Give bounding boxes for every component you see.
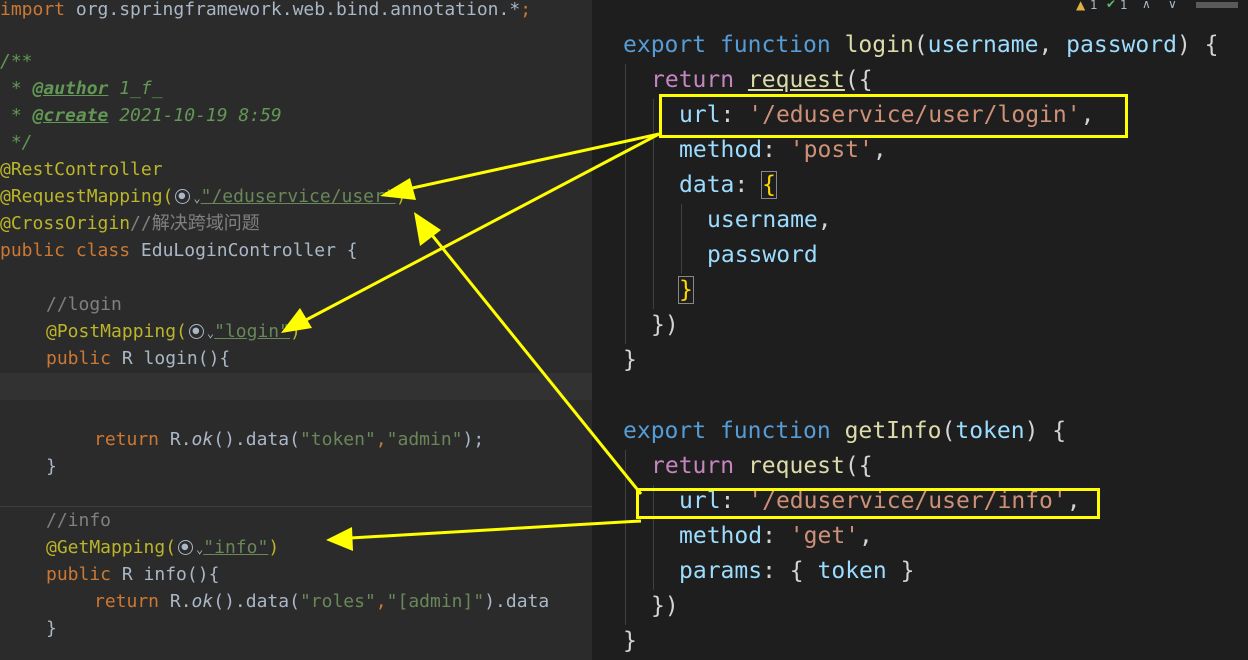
request-mapping-path[interactable]: "/eduservice/user" — [201, 186, 396, 207]
code-line-import[interactable]: import org.springframework.web.bind.anno… — [0, 0, 531, 23]
chevron-down-icon[interactable]: ∨ — [1168, 0, 1177, 11]
inspection-widget[interactable]: ▲ 1 ✔ 1 ∧ ∨ — [1068, 0, 1248, 14]
code-line-info-close[interactable]: } — [46, 615, 57, 642]
code-line-cross-origin[interactable]: @CrossOrigin//解决跨域问题 — [0, 210, 260, 237]
current-line-highlight — [0, 373, 592, 400]
warning-icon[interactable]: ▲ — [1076, 0, 1085, 12]
code-line-login-comment[interactable]: //login — [46, 291, 122, 318]
js-line-login-return[interactable]: return request({ — [651, 63, 873, 98]
info-url-highlight-box — [636, 488, 1100, 519]
js-line-getinfo-return[interactable]: return request({ — [651, 449, 873, 484]
code-line-doc-open[interactable]: /** — [0, 48, 33, 75]
js-line-getinfo-call-close[interactable]: }) — [651, 589, 679, 624]
js-line-login-close[interactable]: } — [623, 343, 637, 378]
js-line-getinfo-method[interactable]: method: 'get', — [679, 519, 873, 554]
java-editor-pane[interactable]: import org.springframework.web.bind.anno… — [0, 0, 592, 660]
code-line-author[interactable]: * @author 1_f_ — [0, 75, 163, 102]
chevron-down-icon[interactable]: ⌄ — [193, 191, 200, 205]
web-globe-icon[interactable] — [178, 540, 194, 555]
js-editor-pane[interactable]: export function login(username, password… — [592, 0, 1248, 660]
js-line-data-close[interactable]: } — [678, 273, 694, 308]
js-line-login-method[interactable]: method: 'post', — [679, 133, 887, 168]
code-line-get-mapping[interactable]: @GetMapping(⌄"info") — [46, 534, 279, 561]
post-mapping-path[interactable]: "login" — [214, 321, 290, 342]
indent-guide — [653, 99, 654, 309]
code-line-request-mapping[interactable]: @RequestMapping(⌄"/eduservice/user") — [0, 183, 407, 210]
js-line-login-call-close[interactable]: }) — [651, 308, 679, 343]
get-mapping-path[interactable]: "info" — [203, 537, 268, 558]
code-line-rest-controller[interactable]: @RestController — [0, 156, 163, 183]
web-globe-icon[interactable] — [188, 324, 204, 339]
code-line-info-comment[interactable]: //info — [46, 507, 111, 534]
code-line-class-decl[interactable]: public class EduLoginController { — [0, 237, 358, 264]
js-line-getinfo-decl[interactable]: export function getInfo(token) { — [623, 414, 1066, 449]
js-line-data-username[interactable]: username, — [707, 203, 832, 238]
code-line-create[interactable]: * @create 2021-10-19 8:59 — [0, 102, 282, 129]
chevron-up-icon[interactable]: ∧ — [1142, 0, 1151, 11]
indent-guide — [625, 450, 626, 625]
code-line-info-return[interactable]: return R.ok().data("roles","[admin]").da… — [94, 588, 549, 615]
indent-guide — [681, 204, 682, 274]
js-line-getinfo-params[interactable]: params: { token } — [679, 554, 914, 589]
code-line-doc-close[interactable]: */ — [0, 129, 33, 156]
js-line-data-password[interactable]: password — [707, 238, 818, 273]
scroll-marker — [1196, 2, 1238, 8]
js-line-login-decl[interactable]: export function login(username, password… — [623, 28, 1218, 63]
code-line-login-return[interactable]: return R.ok().data("token","admin"); — [94, 426, 484, 453]
login-url-highlight-box — [659, 94, 1128, 138]
js-line-login-data[interactable]: data: { — [679, 168, 777, 203]
code-line-info-method[interactable]: public R info(){ — [46, 561, 219, 588]
check-icon[interactable]: ✔ — [1106, 0, 1116, 11]
indent-guide — [625, 64, 626, 344]
code-line-post-mapping[interactable]: @PostMapping(⌄"login") — [46, 318, 301, 345]
code-line-login-close[interactable]: } — [46, 453, 57, 480]
js-line-getinfo-close[interactable]: } — [623, 624, 637, 659]
web-globe-icon[interactable] — [175, 189, 191, 204]
code-line-login-method[interactable]: public R login(){ — [46, 345, 230, 372]
